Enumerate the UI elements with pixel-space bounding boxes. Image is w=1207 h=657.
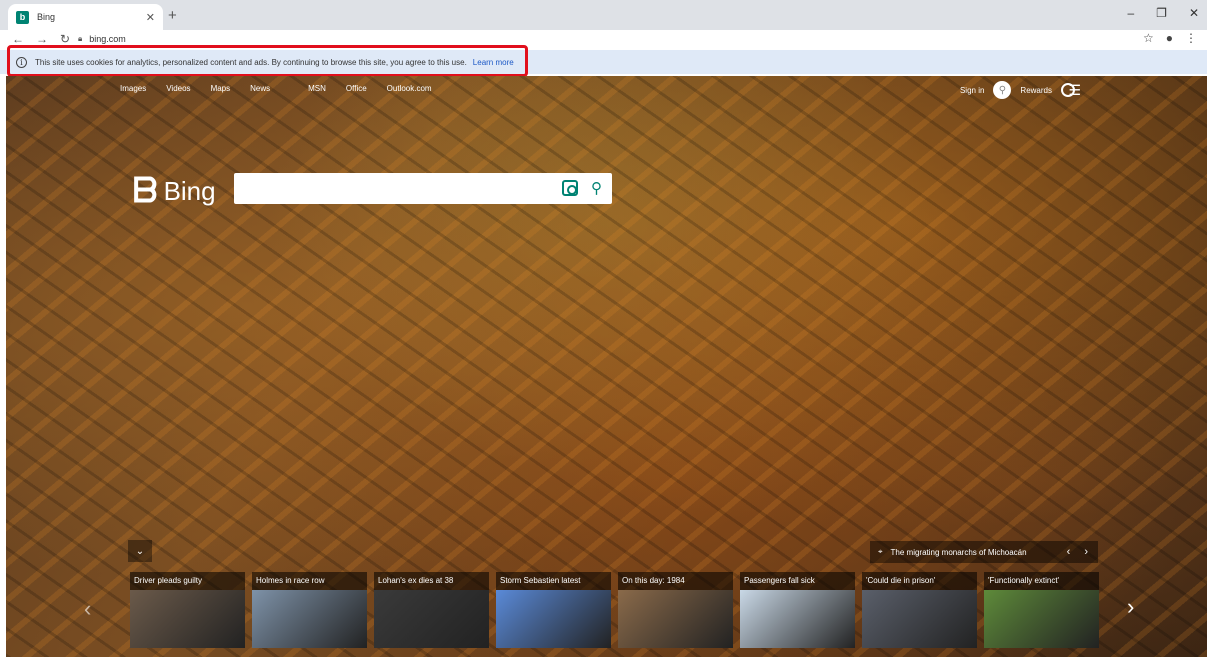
bookmark-star-icon[interactable]: ☆ <box>1143 31 1154 45</box>
news-card-image <box>862 590 977 648</box>
news-card-image <box>374 590 489 648</box>
sign-in-link[interactable]: Sign in <box>960 86 984 95</box>
news-card[interactable]: Holmes in race row <box>252 572 367 648</box>
news-card[interactable]: Passengers fall sick <box>740 572 855 648</box>
news-card-title: Holmes in race row <box>252 572 367 590</box>
visual-search-icon[interactable] <box>562 180 578 196</box>
news-card[interactable]: 'Functionally extinct' <box>984 572 1099 648</box>
news-card[interactable]: Driver pleads guilty <box>130 572 245 648</box>
menu-dots-icon[interactable]: ⋮ <box>1185 31 1197 45</box>
forward-icon[interactable]: → <box>36 32 48 46</box>
hamburger-menu-icon[interactable]: ☰ <box>1068 82 1081 99</box>
url-text: bing.com <box>89 34 126 44</box>
toolbar-actions: ☆ ● ⋮ <box>1143 31 1197 45</box>
nav-videos[interactable]: Videos <box>166 84 190 93</box>
image-location[interactable]: ⌖ The migrating monarchs of Michoacán ‹ … <box>870 541 1098 563</box>
window-controls: – ❐ ✕ <box>1127 6 1199 20</box>
rewards-link[interactable]: Rewards <box>1020 86 1052 95</box>
background-image <box>6 76 1207 657</box>
nav-msn[interactable]: MSN <box>308 84 326 93</box>
account-area: Sign in ⚲ Rewards <box>960 81 1075 99</box>
tab-strip: b Bing ✕ + – ❐ ✕ <box>0 0 1207 30</box>
new-tab-icon[interactable]: + <box>168 7 177 24</box>
news-card-title: Lohan's ex dies at 38 <box>374 572 489 590</box>
news-carousel: Driver pleads guilty Holmes in race row … <box>130 572 1099 648</box>
location-text: The migrating monarchs of Michoacán <box>890 547 1027 557</box>
nav-news[interactable]: News <box>250 84 270 93</box>
cookie-banner: i This site uses cookies for analytics, … <box>0 50 1207 74</box>
bing-logo: ᗷ Bing <box>133 171 216 211</box>
news-card-title: 'Could die in prison' <box>862 572 977 590</box>
bing-favicon-icon: b <box>16 10 29 24</box>
news-card-image <box>618 590 733 648</box>
restore-icon[interactable]: ❐ <box>1156 6 1167 20</box>
bing-b-icon: ᗷ <box>133 171 158 211</box>
logo-text: Bing <box>163 175 216 206</box>
address-bar[interactable]: 🔒︎ bing.com <box>78 31 126 47</box>
news-card[interactable]: Storm Sebastien latest <box>496 572 611 648</box>
chevron-down-icon[interactable]: ⌄ <box>128 540 152 562</box>
news-card-image <box>740 590 855 648</box>
next-image-icon[interactable]: › <box>1084 546 1088 558</box>
news-card[interactable]: Lohan's ex dies at 38 <box>374 572 489 648</box>
news-next-icon[interactable]: › <box>1127 594 1134 620</box>
minimize-icon[interactable]: – <box>1127 6 1134 20</box>
tab-bing[interactable]: b Bing ✕ <box>8 4 163 30</box>
nav-maps[interactable]: Maps <box>211 84 231 93</box>
cookie-text: This site uses cookies for analytics, pe… <box>35 57 467 67</box>
prev-image-icon[interactable]: ‹ <box>1067 546 1071 558</box>
lock-icon: 🔒︎ <box>78 34 83 43</box>
nav-images[interactable]: Images <box>120 84 146 93</box>
browser-toolbar: ← → ↻ 🔒︎ bing.com ☆ ● ⋮ <box>0 30 1207 48</box>
news-prev-icon[interactable]: ‹ <box>84 596 91 622</box>
avatar-icon[interactable]: ⚲ <box>993 81 1012 99</box>
back-icon[interactable]: ← <box>12 32 24 46</box>
learn-more-link[interactable]: Learn more <box>473 58 514 67</box>
news-card[interactable]: 'Could die in prison' <box>862 572 977 648</box>
top-nav: Images Videos Maps News MSN Office Outlo… <box>120 84 432 93</box>
nav-outlook[interactable]: Outlook.com <box>387 84 432 93</box>
news-card-image <box>130 590 245 648</box>
profile-icon[interactable]: ● <box>1166 31 1173 45</box>
close-window-icon[interactable]: ✕ <box>1189 6 1199 20</box>
search-input[interactable] <box>234 173 544 204</box>
nav-office[interactable]: Office <box>346 84 367 93</box>
search-icon[interactable]: ⚲ <box>591 179 602 197</box>
news-card-image <box>984 590 1099 648</box>
news-card-title: Passengers fall sick <box>740 572 855 590</box>
news-card-title: Driver pleads guilty <box>130 572 245 590</box>
tab-title: Bing <box>37 12 56 22</box>
news-card-image <box>252 590 367 648</box>
reload-icon[interactable]: ↻ <box>60 32 70 46</box>
news-card-title: On this day: 1984 <box>618 572 733 590</box>
location-pin-icon: ⌖ <box>878 547 883 556</box>
image-arrows: ‹ › <box>1067 546 1098 558</box>
news-card[interactable]: On this day: 1984 <box>618 572 733 648</box>
close-tab-icon[interactable]: ✕ <box>146 11 155 24</box>
search-box: ⚲ <box>234 173 612 204</box>
news-card-title: 'Functionally extinct' <box>984 572 1099 590</box>
news-card-title: Storm Sebastien latest <box>496 572 611 590</box>
news-card-image <box>496 590 611 648</box>
info-icon: i <box>16 56 27 68</box>
